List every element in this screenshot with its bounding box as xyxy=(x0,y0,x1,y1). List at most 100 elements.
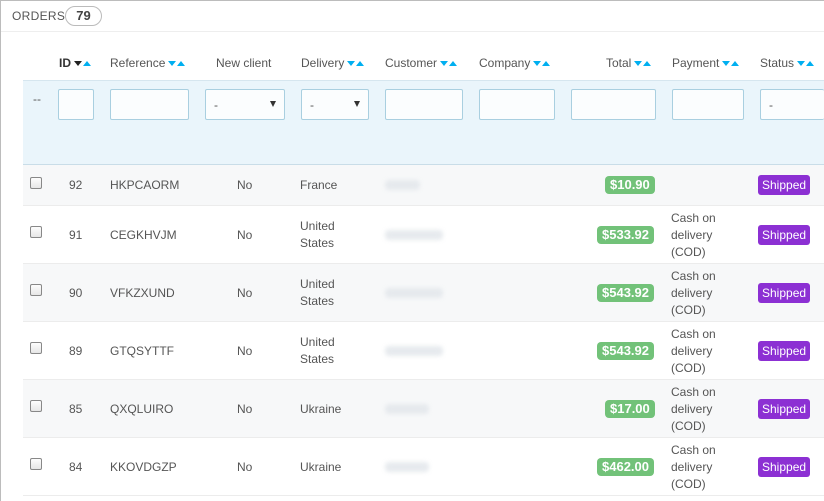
panel-title: ORDERS xyxy=(12,9,66,23)
caret-down-icon xyxy=(270,101,276,107)
row-checkbox[interactable] xyxy=(30,342,42,354)
column-header-new-client: New client xyxy=(216,56,271,70)
payment-line: (COD) xyxy=(671,361,706,375)
filter-company-input[interactable] xyxy=(479,89,555,120)
column-header-total[interactable]: Total xyxy=(606,56,652,70)
filter-reference-input[interactable] xyxy=(110,89,189,120)
payment-line: delivery xyxy=(671,402,713,416)
order-delivery: United States xyxy=(300,218,335,252)
payment-line: Cash on xyxy=(671,211,716,225)
order-delivery: United States xyxy=(300,276,335,310)
order-status-badge[interactable]: Shipped xyxy=(758,175,811,195)
order-delivery: United States xyxy=(300,334,335,368)
order-total-badge: $543.92 xyxy=(597,284,654,302)
delivery-line: States xyxy=(300,236,335,250)
customer-name-redacted xyxy=(385,230,443,240)
payment-line: delivery xyxy=(671,228,713,242)
order-reference: KKOVDGZP xyxy=(110,460,177,474)
select-value: - xyxy=(214,98,218,112)
payment-line: (COD) xyxy=(671,245,706,259)
sort-desc-icon[interactable] xyxy=(74,61,82,67)
filter-id-input[interactable] xyxy=(58,89,94,120)
filter-new-client-select[interactable]: - xyxy=(205,89,285,120)
order-id: 90 xyxy=(69,286,83,300)
order-reference: VFKZXUND xyxy=(110,286,175,300)
order-status-badge[interactable]: Shipped xyxy=(758,341,811,361)
sort-desc-icon[interactable] xyxy=(440,61,449,67)
order-payment: Cash on delivery (COD) xyxy=(671,384,716,435)
payment-line: (COD) xyxy=(671,303,706,317)
payment-line: delivery xyxy=(671,286,713,300)
order-payment: Cash on delivery (COD) xyxy=(671,268,716,319)
column-label: Payment xyxy=(672,56,720,70)
order-total-badge: $543.92 xyxy=(597,342,654,360)
column-header-status[interactable]: Status xyxy=(760,56,815,70)
sort-desc-icon[interactable] xyxy=(533,61,542,67)
column-header-reference[interactable]: Reference xyxy=(110,56,186,70)
customer-name-redacted xyxy=(385,462,429,472)
order-status-badge[interactable]: Shipped xyxy=(758,399,811,419)
column-label: Reference xyxy=(110,56,166,70)
order-status-badge[interactable]: Shipped xyxy=(758,225,811,245)
column-label: Company xyxy=(479,56,531,70)
customer-name-redacted xyxy=(385,346,443,356)
filter-customer-input[interactable] xyxy=(385,89,463,120)
customer-name-redacted xyxy=(385,180,420,190)
sort-asc-icon[interactable] xyxy=(643,61,652,67)
sort-asc-icon[interactable] xyxy=(542,61,551,67)
delivery-line: United xyxy=(300,277,335,291)
order-total-badge: $533.92 xyxy=(597,226,654,244)
order-new-client: No xyxy=(237,344,253,358)
column-header-customer[interactable]: Customer xyxy=(385,56,458,70)
customer-name-redacted xyxy=(385,404,429,414)
select-value: - xyxy=(769,98,773,112)
order-status-badge[interactable]: Shipped xyxy=(758,457,811,477)
payment-line: (COD) xyxy=(671,477,706,491)
filter-delivery-select[interactable]: - xyxy=(301,89,369,120)
filter-status-select[interactable]: - xyxy=(760,89,824,120)
sort-asc-icon[interactable] xyxy=(806,61,815,67)
bulk-action-dash: -- xyxy=(33,92,41,106)
order-status-badge[interactable]: Shipped xyxy=(758,283,811,303)
order-reference: CEGKHVJM xyxy=(110,228,177,242)
row-checkbox[interactable] xyxy=(30,458,42,470)
order-new-client: No xyxy=(237,228,253,242)
row-checkbox[interactable] xyxy=(30,400,42,412)
column-header-id[interactable]: ID xyxy=(59,56,91,70)
order-payment: Cash on delivery (COD) xyxy=(671,326,716,377)
sort-asc-icon[interactable] xyxy=(356,61,365,67)
order-reference: GTQSYTTF xyxy=(110,344,174,358)
order-delivery: France xyxy=(300,178,338,192)
sort-desc-icon[interactable] xyxy=(347,61,356,67)
sort-desc-icon[interactable] xyxy=(634,61,643,67)
column-header-company[interactable]: Company xyxy=(479,56,551,70)
delivery-line: States xyxy=(300,294,335,308)
sort-asc-icon[interactable] xyxy=(449,61,458,67)
sort-desc-icon[interactable] xyxy=(168,61,177,67)
sort-asc-icon[interactable] xyxy=(731,61,740,67)
order-total-badge: $462.00 xyxy=(597,458,654,476)
column-header-delivery[interactable]: Delivery xyxy=(301,56,365,70)
row-checkbox[interactable] xyxy=(30,226,42,238)
sort-asc-icon[interactable] xyxy=(83,61,91,67)
payment-line: Cash on xyxy=(671,327,716,341)
column-label: ID xyxy=(59,56,71,70)
sort-desc-icon[interactable] xyxy=(797,61,806,67)
order-total-badge: $17.00 xyxy=(605,400,655,418)
order-payment: Cash on delivery (COD) xyxy=(671,442,716,493)
column-header-payment[interactable]: Payment xyxy=(672,56,740,70)
payment-line: (COD) xyxy=(671,419,706,433)
order-new-client: No xyxy=(237,286,253,300)
sort-desc-icon[interactable] xyxy=(722,61,731,67)
order-id: 89 xyxy=(69,344,83,358)
row-checkbox[interactable] xyxy=(30,177,42,189)
payment-line: Cash on xyxy=(671,443,716,457)
filter-total-input[interactable] xyxy=(571,89,656,120)
filter-payment-input[interactable] xyxy=(672,89,744,120)
row-checkbox[interactable] xyxy=(30,284,42,296)
sort-asc-icon[interactable] xyxy=(177,61,186,67)
payment-line: Cash on xyxy=(671,385,716,399)
select-value: - xyxy=(310,98,314,112)
order-new-client: No xyxy=(237,402,253,416)
delivery-line: United xyxy=(300,335,335,349)
